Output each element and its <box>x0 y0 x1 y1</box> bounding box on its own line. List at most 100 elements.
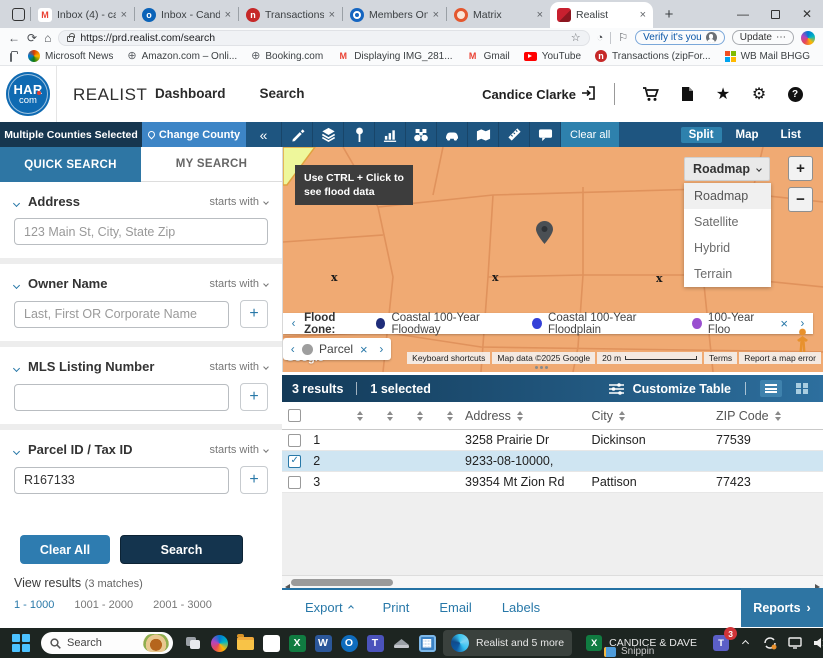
map-canvas[interactable]: Use CTRL + Click to see flood data x x x… <box>282 147 823 372</box>
add-mls-button[interactable]: + <box>240 383 268 411</box>
window-close-button[interactable]: ✕ <box>791 0 823 28</box>
parcel-id-input[interactable] <box>14 467 229 494</box>
favorite-star-icon[interactable]: ☆ <box>571 31 581 44</box>
collapse-section-icon[interactable] <box>14 195 19 209</box>
favorite-item[interactable]: ⊕ Amazon.com – Onli... <box>123 51 241 62</box>
view-map-button[interactable]: Map <box>728 127 767 143</box>
tab-close-icon[interactable]: × <box>329 10 335 21</box>
report-map-error-link[interactable]: Report a map error <box>739 352 821 364</box>
back-icon[interactable]: ← <box>8 32 20 44</box>
print-button[interactable]: Print <box>383 600 410 615</box>
ruler-icon[interactable] <box>499 122 530 147</box>
keyboard-shortcuts-link[interactable]: Keyboard shortcuts <box>407 352 490 364</box>
email-button[interactable]: Email <box>439 600 472 615</box>
favorites-star-icon[interactable]: ★ <box>705 84 741 104</box>
help-icon[interactable]: ? <box>777 87 813 102</box>
column-header-city[interactable]: City <box>592 409 717 423</box>
hidden-icons-chevron[interactable] <box>734 630 756 656</box>
copilot-button[interactable] <box>206 630 232 656</box>
favorite-item[interactable]: n Transactions (zipFor... <box>591 50 715 62</box>
home-icon[interactable]: ⌂ <box>44 32 51 44</box>
grid-view-button[interactable] <box>791 380 813 397</box>
window-maximize-button[interactable] <box>759 0 791 28</box>
column-header-address[interactable]: Address <box>465 409 591 423</box>
match-mode-dropdown[interactable]: starts with <box>209 196 268 208</box>
new-tab-button[interactable]: + <box>657 2 681 26</box>
draw-pencil-icon[interactable] <box>282 122 313 147</box>
word-button[interactable]: W <box>310 630 336 656</box>
owner-name-input[interactable] <box>14 301 229 328</box>
har-logo[interactable]: HAR com <box>0 66 57 122</box>
chip-scroll-right-icon[interactable]: › <box>372 342 391 356</box>
basemap-option-hybrid[interactable]: Hybrid <box>684 235 771 261</box>
binoculars-icon[interactable] <box>406 122 437 147</box>
browser-tab[interactable]: M Inbox (4) - candicew × <box>31 2 134 28</box>
favorite-item[interactable]: M Displaying IMG_281... <box>333 50 456 62</box>
logout-icon[interactable] <box>581 86 596 103</box>
legend-close-icon[interactable]: × <box>780 316 788 331</box>
address-input[interactable] <box>14 218 268 245</box>
table-row[interactable]: 1 3258 Prairie Dr Dickinson 77539 <box>282 430 823 451</box>
window-minimize-button[interactable]: — <box>727 0 759 28</box>
street-pin-icon[interactable] <box>344 122 375 147</box>
edge-window-group[interactable]: Realist and 5 more <box>443 630 572 656</box>
parcel-chip-close-icon[interactable]: × <box>360 342 368 357</box>
copilot-icon[interactable] <box>801 31 815 45</box>
basemap-option-terrain[interactable]: Terrain <box>684 261 771 287</box>
sync-tray-icon[interactable] <box>759 630 781 656</box>
tab-my-search[interactable]: MY SEARCH <box>141 147 282 182</box>
pegman-icon[interactable] <box>792 327 813 354</box>
verify-profile-button[interactable]: Verify it's you <box>635 30 725 45</box>
tab-quick-search[interactable]: QUICK SEARCH <box>0 147 141 182</box>
chip-scroll-left-icon[interactable]: ‹ <box>283 342 302 356</box>
map-guide-icon[interactable] <box>468 122 499 147</box>
splitter-handle-icon[interactable] <box>535 366 548 369</box>
export-button[interactable]: Export <box>305 600 353 615</box>
teams-button[interactable]: T <box>362 630 388 656</box>
zoom-out-button[interactable]: − <box>788 187 813 212</box>
store-app-button[interactable]: ▦ <box>414 630 440 656</box>
collapse-panel-icon[interactable]: « <box>246 122 282 147</box>
browser-tab[interactable]: n Transactions (zipFor × <box>239 2 342 28</box>
browser-tab-active[interactable]: Realist × <box>550 2 653 28</box>
microsoft-365-button[interactable] <box>258 630 284 656</box>
match-mode-dropdown[interactable]: starts with <box>209 278 268 290</box>
collapse-section-icon[interactable] <box>14 443 19 457</box>
tab-close-icon[interactable]: × <box>640 10 646 21</box>
refresh-icon[interactable]: ⟳ <box>27 32 37 44</box>
sort-column-button[interactable] <box>344 411 374 421</box>
tab-close-icon[interactable]: × <box>225 10 231 21</box>
snipping-toast[interactable]: Snippin <box>604 646 654 657</box>
favorite-item[interactable]: ⊕ Booking.com <box>247 51 327 62</box>
taskbar-search-box[interactable]: Search <box>41 632 173 654</box>
sort-column-button[interactable] <box>435 411 465 421</box>
tab-close-icon[interactable]: × <box>537 10 543 21</box>
table-row[interactable]: 3 39354 Mt Zion Rd Pattison 77423 <box>282 472 823 493</box>
sort-column-button[interactable] <box>375 411 405 421</box>
scanner-app-button[interactable] <box>388 630 414 656</box>
browser-essentials-icon[interactable]: ◔ <box>597 32 604 44</box>
favorite-item[interactable]: Microsoft News <box>24 50 117 62</box>
row-checkbox[interactable] <box>288 476 301 489</box>
nav-search[interactable]: Search <box>260 86 305 101</box>
collapse-section-icon[interactable] <box>14 277 19 291</box>
row-checkbox[interactable] <box>288 434 301 447</box>
clear-all-button[interactable]: Clear All <box>20 535 110 564</box>
favorite-item[interactable]: YouTube <box>520 51 585 62</box>
browser-tab[interactable]: Matrix × <box>447 2 550 28</box>
scrollbar-thumb[interactable] <box>291 579 393 586</box>
search-button[interactable]: Search <box>120 535 243 564</box>
browser-tab[interactable]: Members Only Area × <box>343 2 446 28</box>
basemap-dropdown-button[interactable]: Roadmap <box>684 157 770 181</box>
document-icon[interactable] <box>669 86 705 102</box>
drive-time-car-icon[interactable] <box>437 122 468 147</box>
legend-scroll-left-icon[interactable]: ‹ <box>283 318 304 330</box>
cart-icon[interactable] <box>633 86 669 102</box>
start-button[interactable] <box>8 630 34 656</box>
basemap-option-roadmap[interactable]: Roadmap <box>684 183 771 209</box>
volume-tray-icon[interactable] <box>809 630 823 656</box>
file-explorer-button[interactable] <box>232 630 258 656</box>
clear-all-map-button[interactable]: Clear all <box>561 122 619 147</box>
add-parcel-button[interactable]: + <box>240 466 268 494</box>
url-field[interactable]: https://prd.realist.com/search ☆ <box>58 30 589 46</box>
